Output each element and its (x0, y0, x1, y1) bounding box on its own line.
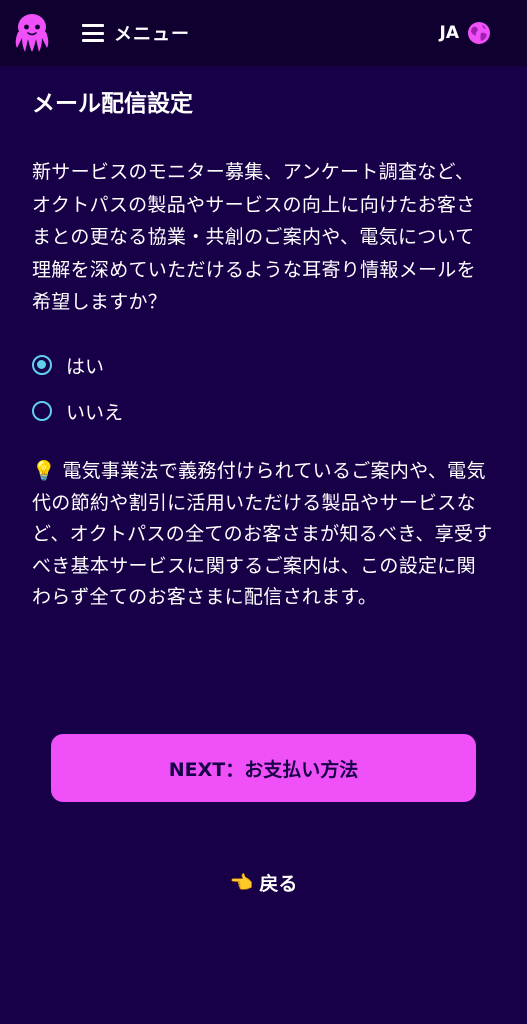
radio-checked-icon[interactable] (32, 355, 52, 375)
octopus-logo-icon[interactable] (12, 12, 52, 54)
radio-label-no: いいえ (66, 401, 124, 424)
email-preference-radio-group: はい いいえ (32, 342, 123, 434)
radio-option-yes[interactable]: はい (32, 342, 123, 388)
back-link[interactable]: 👈 戻る (0, 866, 527, 898)
lightbulb-icon: 💡 (32, 460, 56, 482)
notice-text: 💡 電気事業法で義務付けられているご案内や、電気代の節約や割引に活用いただける製… (32, 456, 494, 614)
header: メニュー JA (0, 0, 527, 66)
pointing-hand-icon: 👈 (229, 871, 254, 894)
radio-unchecked-icon[interactable] (32, 401, 52, 421)
next-payment-button[interactable]: NEXT：お支払い方法 (51, 734, 476, 802)
radio-option-no[interactable]: いいえ (32, 388, 123, 434)
menu-label: メニュー (114, 24, 190, 45)
radio-label-yes: はい (66, 355, 105, 378)
back-label: 戻る (259, 872, 298, 895)
menu-button[interactable]: メニュー (82, 19, 190, 47)
page-title: メール配信設定 (32, 91, 193, 117)
notice-body: 電気事業法で義務付けられているご案内や、電気代の節約や割引に活用いただける製品や… (32, 460, 493, 608)
language-label: JA (439, 23, 459, 43)
hamburger-icon (82, 24, 104, 42)
question-text: 新サービスのモニター募集、アンケート調査など、オクトパスの製品やサービスの向上に… (32, 161, 476, 313)
language-selector[interactable]: JA (440, 19, 491, 47)
globe-icon (468, 22, 490, 44)
